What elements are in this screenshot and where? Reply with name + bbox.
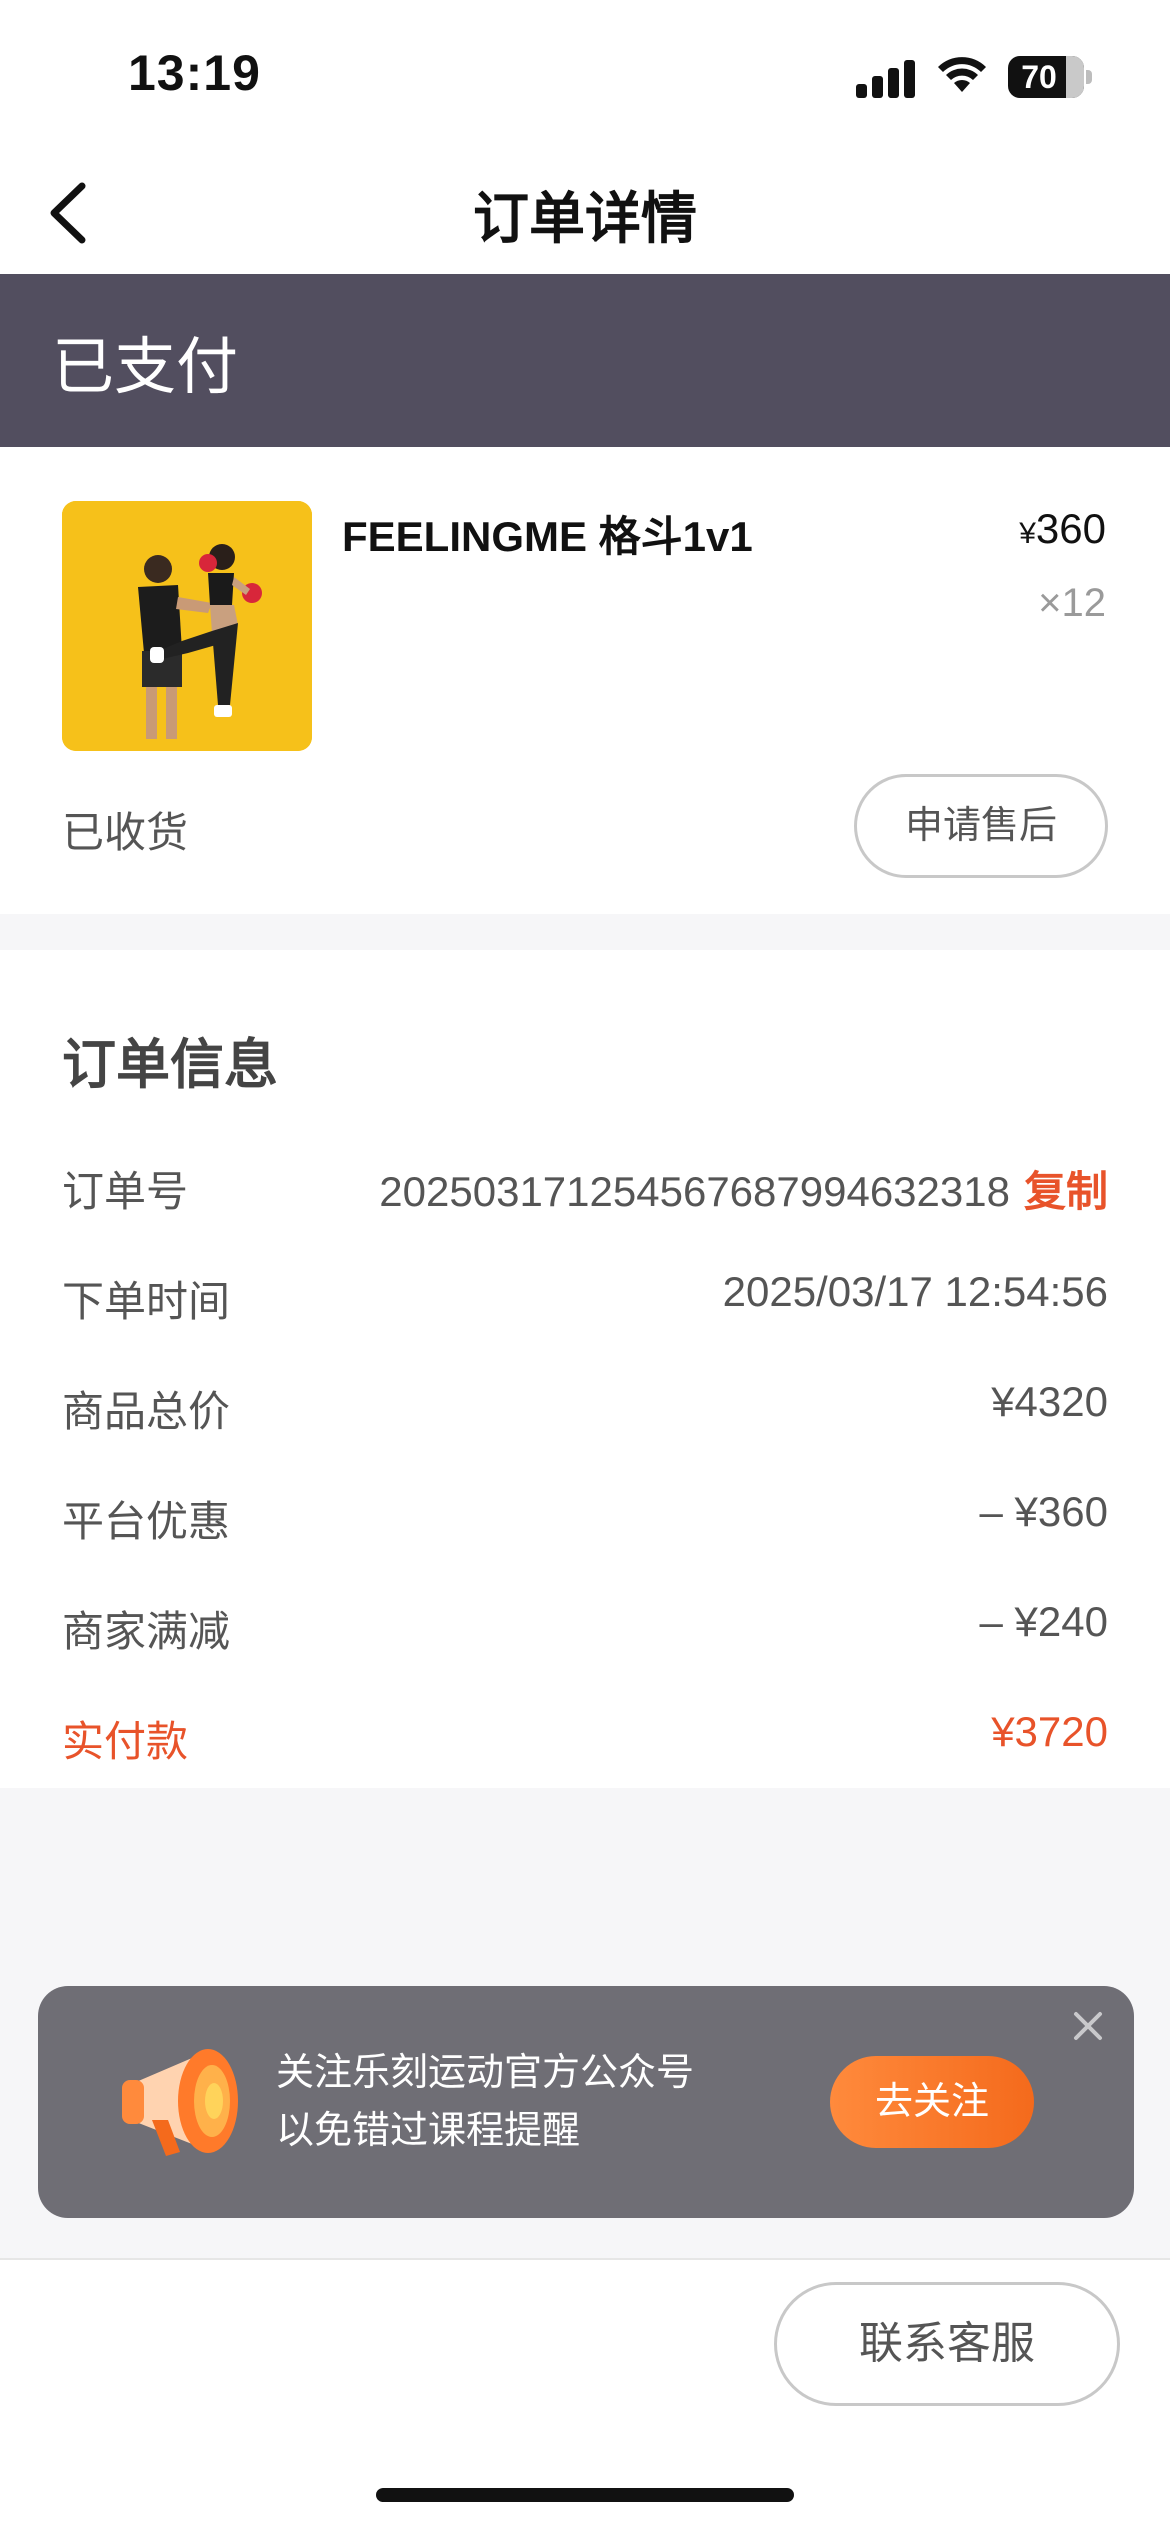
info-label: 实付款 xyxy=(62,1718,189,1765)
order-status-banner: 已支付 xyxy=(0,274,1170,447)
status-time: 13:19 xyxy=(128,45,261,101)
info-label: 商家满减 xyxy=(62,1608,231,1655)
order-status-label: 已支付 xyxy=(52,333,239,402)
battery-level: 70 xyxy=(1021,59,1057,95)
info-label: 商品总价 xyxy=(62,1388,231,1435)
order-number: 202503171254567687994632318 xyxy=(379,1168,1010,1215)
copy-order-number-button[interactable]: 复制 xyxy=(1024,1168,1108,1215)
after-sale-button[interactable]: 申请售后 xyxy=(854,774,1108,878)
boxing-photo-illustration xyxy=(62,501,312,751)
info-value: 2025/03/17 12:54:56 xyxy=(722,1268,1108,1315)
product-name[interactable]: FEELINGME 格斗1v1 xyxy=(342,503,753,564)
info-value: ¥4320 xyxy=(991,1378,1108,1425)
navigation-bar: 订单详情 xyxy=(0,150,1170,274)
toast-line-2: 以免错过课程提醒 xyxy=(276,2110,581,2152)
order-info-section: 订单信息 订单号 202503171254567687994632318 复制 下… xyxy=(0,950,1170,1788)
currency-symbol: ¥ xyxy=(1019,517,1036,550)
product-thumbnail[interactable] xyxy=(62,501,312,751)
info-value: – ¥240 xyxy=(979,1598,1108,1645)
subtotal-row: 商品总价 ¥4320 xyxy=(62,1378,1108,1438)
product-price: ¥360 xyxy=(1019,505,1106,553)
info-label: 平台优惠 xyxy=(62,1498,231,1545)
battery-icon: 70 xyxy=(1008,56,1092,98)
toast-line-1: 关注乐刻运动官方公众号 xyxy=(276,2052,695,2094)
close-icon[interactable] xyxy=(1068,2006,1108,2046)
wifi-icon xyxy=(938,57,986,92)
status-bar: 13:19 70 xyxy=(0,0,1170,150)
info-label: 下单时间 xyxy=(62,1278,231,1325)
product-price-value: 360 xyxy=(1035,505,1106,552)
info-value: – ¥360 xyxy=(979,1488,1108,1535)
platform-discount-row: 平台优惠 – ¥360 xyxy=(62,1488,1108,1548)
page-title: 订单详情 xyxy=(473,187,697,250)
merchant-discount-row: 商家满减 – ¥240 xyxy=(62,1598,1108,1658)
contact-support-button[interactable]: 联系客服 xyxy=(774,2282,1120,2406)
receipt-status: 已收货 xyxy=(62,809,189,856)
order-detail-page: 13:19 70 订单详情 已支付 FEELINGME 格斗1v1 ¥360 ×… xyxy=(0,0,1170,2532)
home-indicator xyxy=(376,2488,794,2502)
order-time-row: 下单时间 2025/03/17 12:54:56 xyxy=(62,1268,1108,1328)
order-number-value: 202503171254567687994632318 复制 xyxy=(379,1158,1108,1219)
amount-paid-row: 实付款 ¥3720 xyxy=(62,1708,1108,1768)
follow-official-account-toast: 关注乐刻运动官方公众号 以免错过课程提醒 去关注 xyxy=(38,1986,1134,2218)
product-card: FEELINGME 格斗1v1 ¥360 ×12 已收货 申请售后 xyxy=(0,447,1170,914)
info-label: 订单号 xyxy=(62,1168,189,1215)
amount-paid-value: ¥3720 xyxy=(991,1708,1108,1755)
order-info-title: 订单信息 xyxy=(62,1035,278,1095)
cellular-signal-icon xyxy=(856,60,916,98)
toast-message: 关注乐刻运动官方公众号 以免错过课程提醒 xyxy=(276,2044,694,2160)
order-number-row: 订单号 202503171254567687994632318 复制 xyxy=(62,1158,1108,1218)
product-quantity: ×12 xyxy=(1038,581,1106,625)
follow-button[interactable]: 去关注 xyxy=(830,2056,1034,2148)
megaphone-icon xyxy=(122,2049,238,2156)
